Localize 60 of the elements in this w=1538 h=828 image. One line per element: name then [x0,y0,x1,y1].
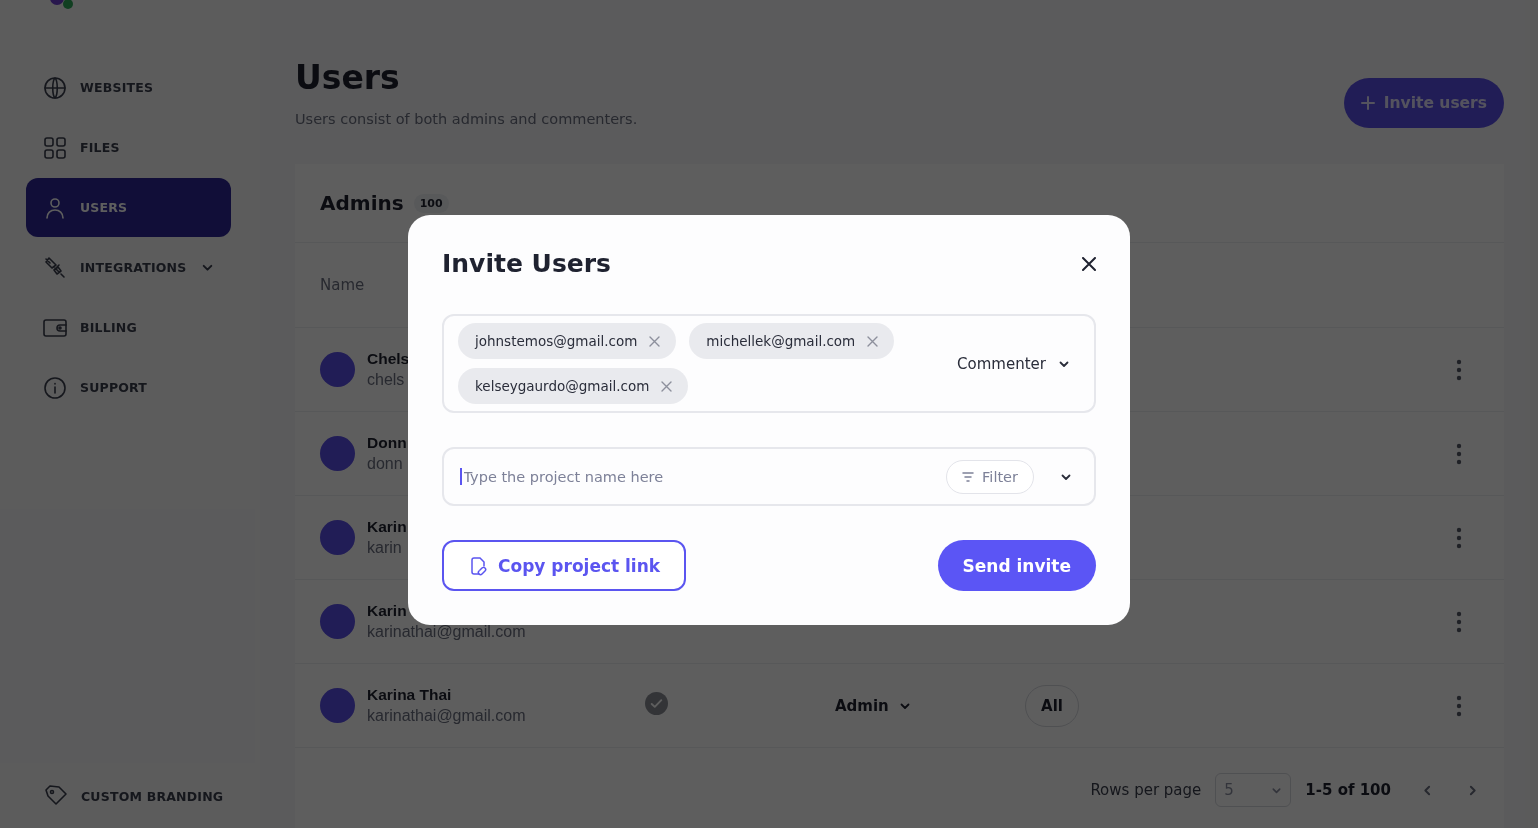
user-icon [43,195,67,220]
plug-icon [43,255,67,280]
email-text: johnstemos@gmail.com [475,333,638,349]
dialog-title: Invite Users [442,249,611,278]
more-options-icon[interactable] [1456,526,1462,549]
more-options-icon[interactable] [1456,358,1462,381]
sidebar-item[interactable]: FILES [26,118,231,177]
email-text: kelseygaurdo@gmail.com [475,378,650,394]
remove-icon[interactable] [661,380,673,392]
globe-icon [43,75,67,100]
grid-icon [43,135,67,160]
section-title: Admins [320,191,404,215]
sidebar-label: FILES [80,140,120,155]
sidebar-item[interactable]: BILLING [26,298,231,357]
avatar [320,436,355,471]
sidebar-item[interactable]: SUPPORT [26,358,231,417]
project-name-field[interactable]: Type the project name here Filter [442,447,1096,506]
page-title: Users [295,58,401,97]
sidebar-label: WEBSITES [80,80,154,95]
sidebar-label: CUSTOM BRANDING [81,788,224,804]
info-icon [43,375,67,400]
sidebar-label: USERS [80,200,128,215]
close-button[interactable] [1082,256,1096,271]
sidebar-item[interactable]: USERS [26,178,231,237]
remove-icon[interactable] [867,335,879,347]
file-link-icon [470,555,488,576]
role-dropdown[interactable]: Commenter [957,354,1070,373]
sidebar-label: SUPPORT [80,380,148,395]
sidebar-footer-item[interactable]: CUSTOM BRANDING [0,784,260,828]
close-icon [1082,256,1096,271]
email-text: michellek@gmail.com [706,333,856,349]
sidebar-label: INTEGRATIONS [80,260,187,275]
page-range: 1-5 of 100 [1305,781,1391,799]
avatar [320,520,355,555]
role-dropdown[interactable]: Admin [835,696,1025,715]
more-options-icon[interactable] [1456,442,1462,465]
copy-project-link-button[interactable]: Copy project link [442,540,687,591]
sidebar-item[interactable]: INTEGRATIONS [26,238,231,297]
send-invite-button[interactable]: Send invite [937,540,1096,591]
more-options-icon[interactable] [1456,610,1462,633]
avatar [320,688,355,723]
user-name: Chels [367,350,410,368]
sidebar-label: BILLING [80,320,137,335]
count-badge: 100 [413,193,449,213]
user-name: Donn [367,434,407,452]
avatar [320,604,355,639]
avatar [320,352,355,387]
user-name: Karin [367,518,407,536]
filter-icon [962,471,975,482]
tag-icon [44,784,68,808]
text-cursor [460,468,462,485]
plus-icon [1360,96,1375,110]
email-field[interactable]: johnstemos@gmail.com michellek@gmail.com kelseygaurdo@gmail.com Commenter [442,314,1096,413]
remove-icon[interactable] [649,335,661,347]
filter-button[interactable]: Filter [946,459,1034,494]
rows-per-page-label: Rows per page [1090,781,1202,799]
user-name: Karin [367,602,408,620]
more-options-icon[interactable] [1456,694,1462,717]
user-name: Karina Thai [367,686,453,704]
sidebar-item[interactable]: WEBSITES [26,58,231,117]
